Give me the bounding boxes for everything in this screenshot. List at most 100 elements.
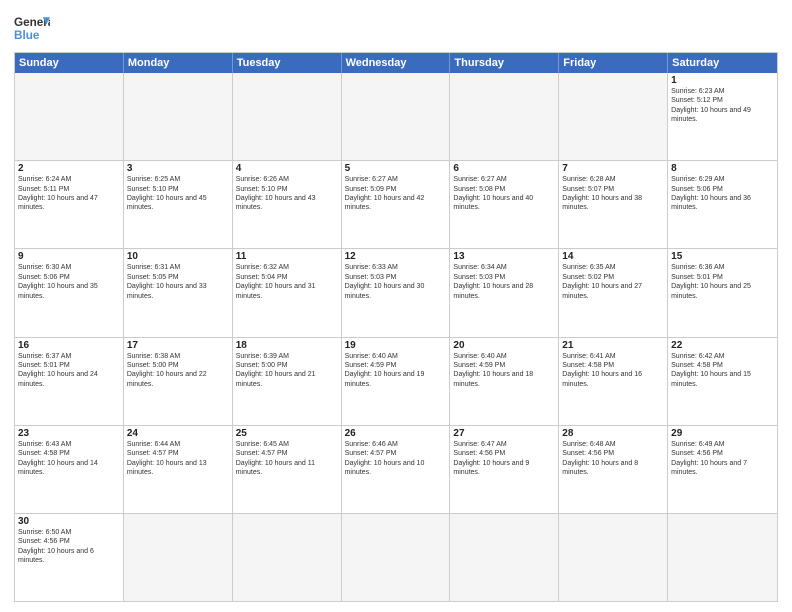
calendar-cell xyxy=(450,73,559,160)
calendar-cell xyxy=(559,514,668,601)
calendar-cell: 30Sunrise: 6:50 AMSunset: 4:56 PMDayligh… xyxy=(15,514,124,601)
calendar-cell: 19Sunrise: 6:40 AMSunset: 4:59 PMDayligh… xyxy=(342,338,451,425)
day-number: 26 xyxy=(345,428,447,439)
calendar-week-3: 9Sunrise: 6:30 AMSunset: 5:06 PMDaylight… xyxy=(15,248,777,336)
cell-sun-info: Sunrise: 6:27 AMSunset: 5:08 PMDaylight:… xyxy=(453,175,555,213)
calendar-cell xyxy=(342,73,451,160)
calendar-week-1: 1Sunrise: 6:23 AMSunset: 5:12 PMDaylight… xyxy=(15,73,777,160)
cell-sun-info: Sunrise: 6:33 AMSunset: 5:03 PMDaylight:… xyxy=(345,263,447,301)
cell-sun-info: Sunrise: 6:45 AMSunset: 4:57 PMDaylight:… xyxy=(236,440,338,478)
calendar-cell xyxy=(450,514,559,601)
calendar-week-6: 30Sunrise: 6:50 AMSunset: 4:56 PMDayligh… xyxy=(15,513,777,601)
day-header-saturday: Saturday xyxy=(668,53,777,73)
cell-sun-info: Sunrise: 6:23 AMSunset: 5:12 PMDaylight:… xyxy=(671,87,774,125)
calendar-cell xyxy=(668,514,777,601)
day-number: 27 xyxy=(453,428,555,439)
calendar-cell: 28Sunrise: 6:48 AMSunset: 4:56 PMDayligh… xyxy=(559,426,668,513)
calendar-cell: 17Sunrise: 6:38 AMSunset: 5:00 PMDayligh… xyxy=(124,338,233,425)
day-header-friday: Friday xyxy=(559,53,668,73)
day-number: 4 xyxy=(236,163,338,174)
calendar-body: 1Sunrise: 6:23 AMSunset: 5:12 PMDaylight… xyxy=(15,73,777,601)
day-number: 1 xyxy=(671,75,774,86)
cell-sun-info: Sunrise: 6:34 AMSunset: 5:03 PMDaylight:… xyxy=(453,263,555,301)
calendar-cell: 27Sunrise: 6:47 AMSunset: 4:56 PMDayligh… xyxy=(450,426,559,513)
day-number: 10 xyxy=(127,251,229,262)
day-number: 20 xyxy=(453,340,555,351)
cell-sun-info: Sunrise: 6:32 AMSunset: 5:04 PMDaylight:… xyxy=(236,263,338,301)
day-header-wednesday: Wednesday xyxy=(342,53,451,73)
calendar-cell: 3Sunrise: 6:25 AMSunset: 5:10 PMDaylight… xyxy=(124,161,233,248)
cell-sun-info: Sunrise: 6:43 AMSunset: 4:58 PMDaylight:… xyxy=(18,440,120,478)
cell-sun-info: Sunrise: 6:36 AMSunset: 5:01 PMDaylight:… xyxy=(671,263,774,301)
day-number: 13 xyxy=(453,251,555,262)
cell-sun-info: Sunrise: 6:38 AMSunset: 5:00 PMDaylight:… xyxy=(127,352,229,390)
calendar-cell: 16Sunrise: 6:37 AMSunset: 5:01 PMDayligh… xyxy=(15,338,124,425)
cell-sun-info: Sunrise: 6:30 AMSunset: 5:06 PMDaylight:… xyxy=(18,263,120,301)
calendar-cell: 13Sunrise: 6:34 AMSunset: 5:03 PMDayligh… xyxy=(450,249,559,336)
day-number: 21 xyxy=(562,340,664,351)
calendar-cell xyxy=(124,73,233,160)
cell-sun-info: Sunrise: 6:26 AMSunset: 5:10 PMDaylight:… xyxy=(236,175,338,213)
calendar-cell: 9Sunrise: 6:30 AMSunset: 5:06 PMDaylight… xyxy=(15,249,124,336)
calendar-cell xyxy=(342,514,451,601)
calendar-cell: 2Sunrise: 6:24 AMSunset: 5:11 PMDaylight… xyxy=(15,161,124,248)
calendar-cell: 18Sunrise: 6:39 AMSunset: 5:00 PMDayligh… xyxy=(233,338,342,425)
day-number: 12 xyxy=(345,251,447,262)
calendar-cell xyxy=(124,514,233,601)
cell-sun-info: Sunrise: 6:35 AMSunset: 5:02 PMDaylight:… xyxy=(562,263,664,301)
calendar-week-4: 16Sunrise: 6:37 AMSunset: 5:01 PMDayligh… xyxy=(15,337,777,425)
day-number: 25 xyxy=(236,428,338,439)
calendar-cell: 12Sunrise: 6:33 AMSunset: 5:03 PMDayligh… xyxy=(342,249,451,336)
day-number: 22 xyxy=(671,340,774,351)
calendar-cell: 5Sunrise: 6:27 AMSunset: 5:09 PMDaylight… xyxy=(342,161,451,248)
day-number: 16 xyxy=(18,340,120,351)
day-number: 8 xyxy=(671,163,774,174)
day-number: 7 xyxy=(562,163,664,174)
cell-sun-info: Sunrise: 6:27 AMSunset: 5:09 PMDaylight:… xyxy=(345,175,447,213)
cell-sun-info: Sunrise: 6:39 AMSunset: 5:00 PMDaylight:… xyxy=(236,352,338,390)
calendar-cell xyxy=(15,73,124,160)
calendar-cell: 20Sunrise: 6:40 AMSunset: 4:59 PMDayligh… xyxy=(450,338,559,425)
calendar-cell: 22Sunrise: 6:42 AMSunset: 4:58 PMDayligh… xyxy=(668,338,777,425)
calendar-week-5: 23Sunrise: 6:43 AMSunset: 4:58 PMDayligh… xyxy=(15,425,777,513)
day-number: 28 xyxy=(562,428,664,439)
calendar-cell: 4Sunrise: 6:26 AMSunset: 5:10 PMDaylight… xyxy=(233,161,342,248)
cell-sun-info: Sunrise: 6:40 AMSunset: 4:59 PMDaylight:… xyxy=(345,352,447,390)
calendar-cell xyxy=(233,514,342,601)
day-number: 2 xyxy=(18,163,120,174)
day-number: 3 xyxy=(127,163,229,174)
day-header-sunday: Sunday xyxy=(15,53,124,73)
day-number: 14 xyxy=(562,251,664,262)
calendar-cell: 15Sunrise: 6:36 AMSunset: 5:01 PMDayligh… xyxy=(668,249,777,336)
cell-sun-info: Sunrise: 6:49 AMSunset: 4:56 PMDaylight:… xyxy=(671,440,774,478)
header: General Blue xyxy=(14,10,778,46)
general-blue-icon: General Blue xyxy=(14,10,50,46)
calendar-cell: 14Sunrise: 6:35 AMSunset: 5:02 PMDayligh… xyxy=(559,249,668,336)
calendar-cell: 10Sunrise: 6:31 AMSunset: 5:05 PMDayligh… xyxy=(124,249,233,336)
day-number: 9 xyxy=(18,251,120,262)
calendar-cell xyxy=(233,73,342,160)
cell-sun-info: Sunrise: 6:25 AMSunset: 5:10 PMDaylight:… xyxy=(127,175,229,213)
cell-sun-info: Sunrise: 6:29 AMSunset: 5:06 PMDaylight:… xyxy=(671,175,774,213)
calendar: SundayMondayTuesdayWednesdayThursdayFrid… xyxy=(14,52,778,602)
calendar-cell: 26Sunrise: 6:46 AMSunset: 4:57 PMDayligh… xyxy=(342,426,451,513)
cell-sun-info: Sunrise: 6:50 AMSunset: 4:56 PMDaylight:… xyxy=(18,528,120,566)
day-number: 6 xyxy=(453,163,555,174)
cell-sun-info: Sunrise: 6:31 AMSunset: 5:05 PMDaylight:… xyxy=(127,263,229,301)
cell-sun-info: Sunrise: 6:40 AMSunset: 4:59 PMDaylight:… xyxy=(453,352,555,390)
day-number: 18 xyxy=(236,340,338,351)
calendar-header-row: SundayMondayTuesdayWednesdayThursdayFrid… xyxy=(15,53,777,73)
calendar-cell xyxy=(559,73,668,160)
day-number: 11 xyxy=(236,251,338,262)
cell-sun-info: Sunrise: 6:41 AMSunset: 4:58 PMDaylight:… xyxy=(562,352,664,390)
day-number: 19 xyxy=(345,340,447,351)
calendar-cell: 7Sunrise: 6:28 AMSunset: 5:07 PMDaylight… xyxy=(559,161,668,248)
svg-text:Blue: Blue xyxy=(14,29,40,42)
calendar-cell: 21Sunrise: 6:41 AMSunset: 4:58 PMDayligh… xyxy=(559,338,668,425)
day-number: 24 xyxy=(127,428,229,439)
cell-sun-info: Sunrise: 6:47 AMSunset: 4:56 PMDaylight:… xyxy=(453,440,555,478)
page: General Blue SundayMondayTuesdayWednesda… xyxy=(0,0,792,612)
day-header-monday: Monday xyxy=(124,53,233,73)
cell-sun-info: Sunrise: 6:24 AMSunset: 5:11 PMDaylight:… xyxy=(18,175,120,213)
day-number: 29 xyxy=(671,428,774,439)
